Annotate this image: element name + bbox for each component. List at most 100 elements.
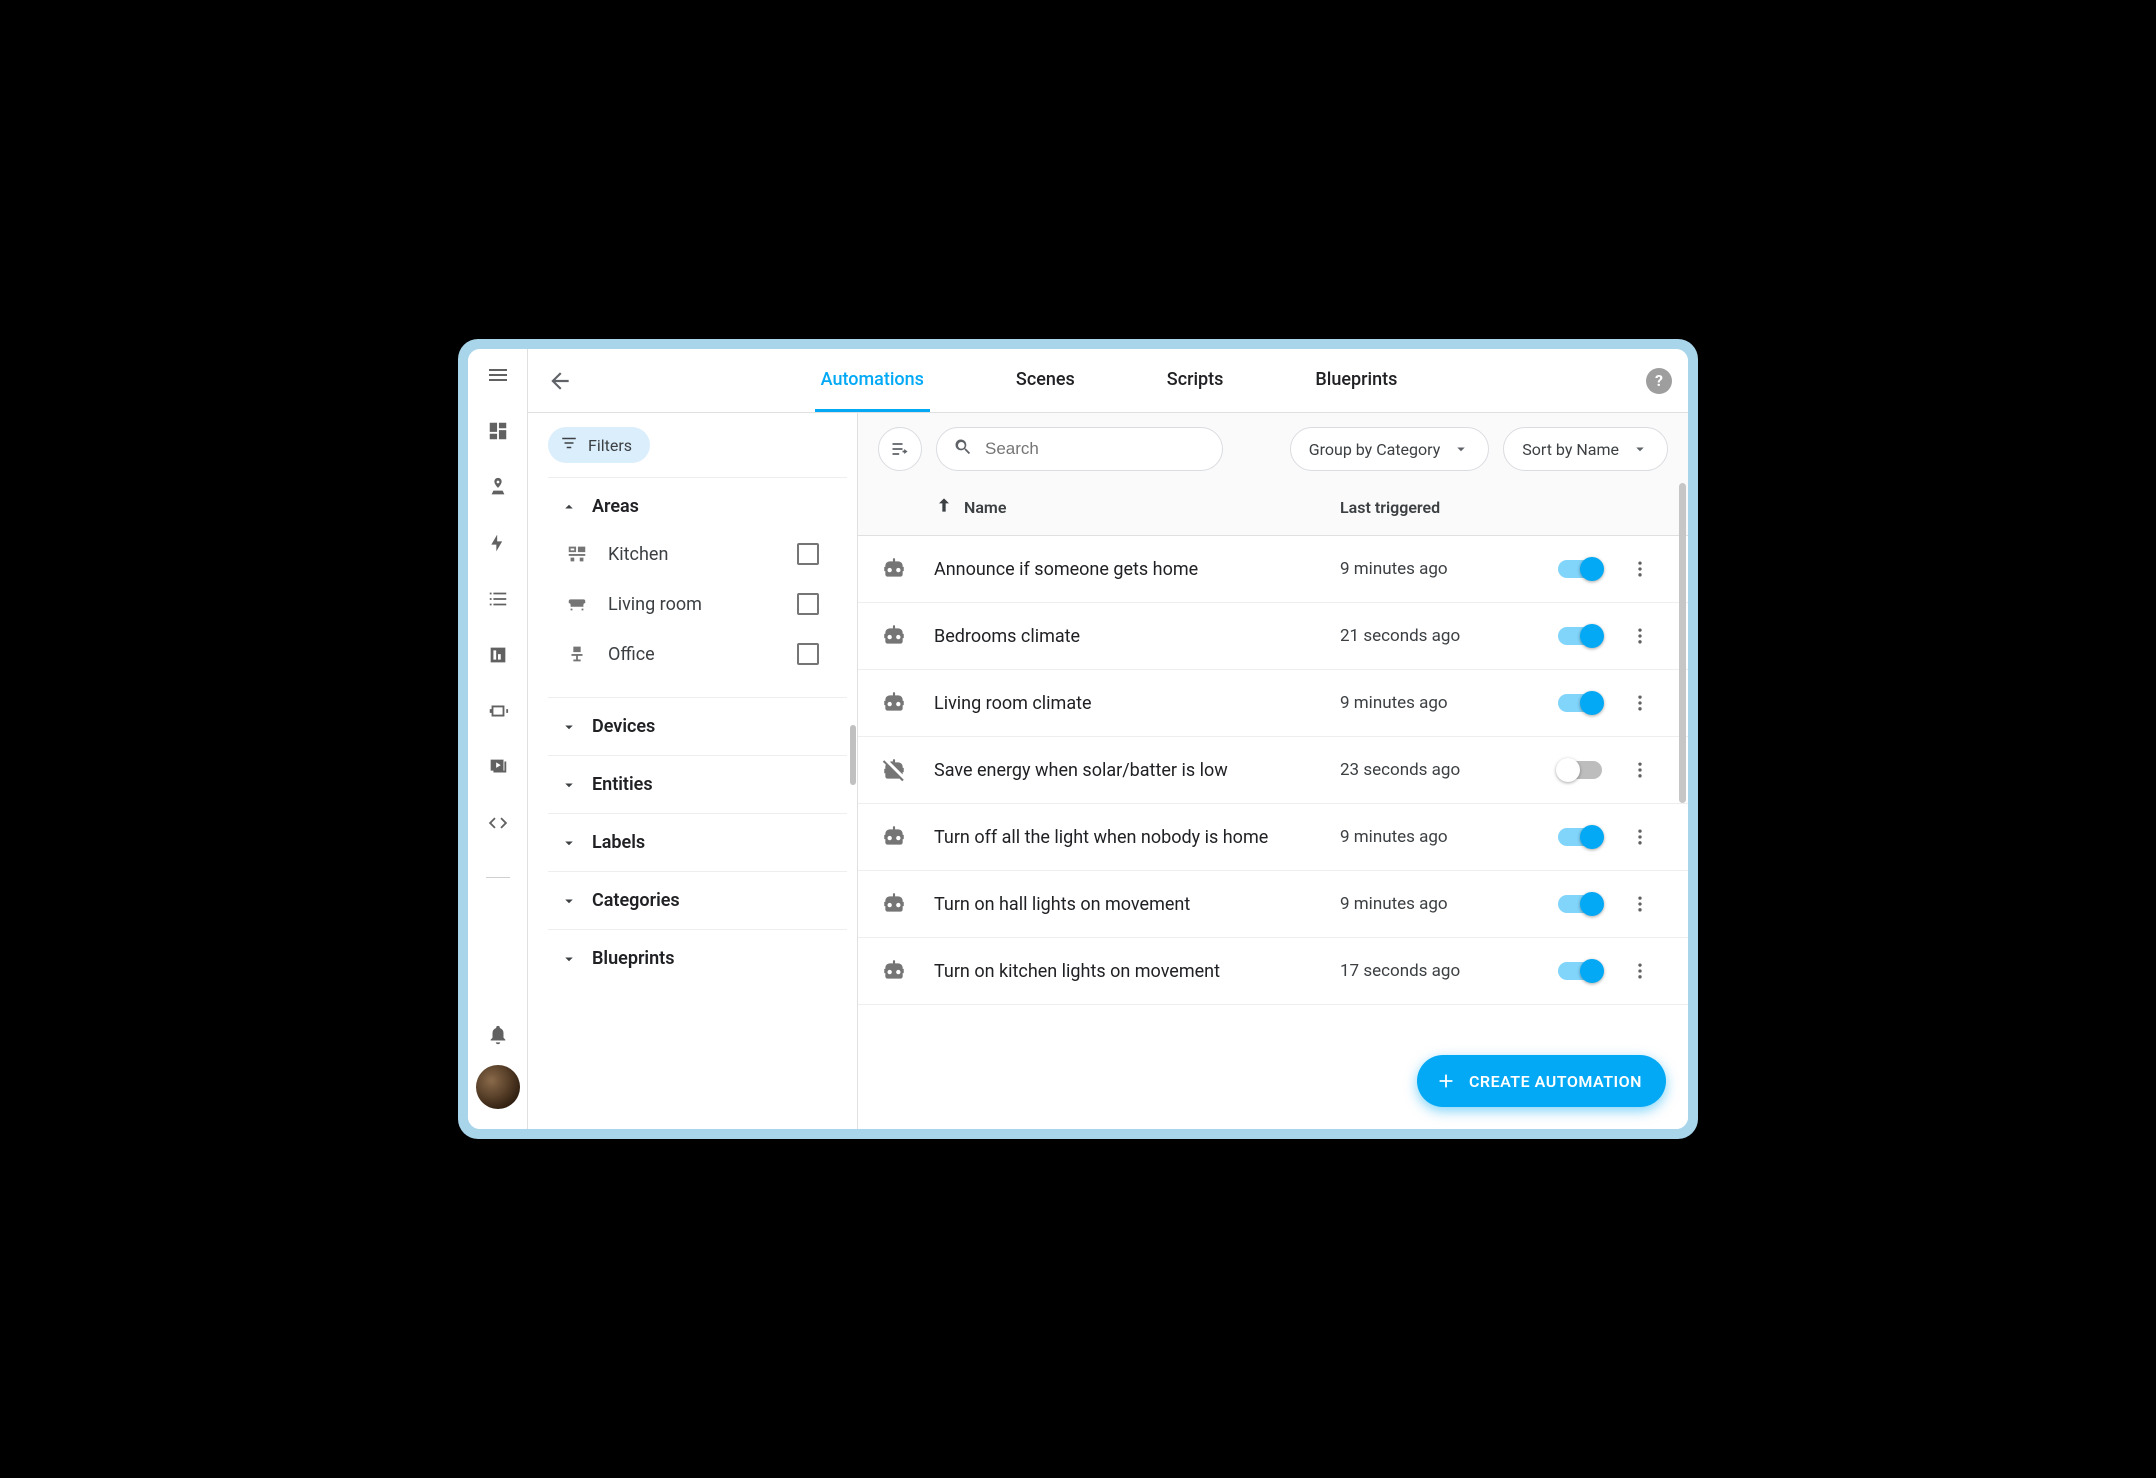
area-item[interactable]: Living room [558, 579, 839, 629]
section-categories[interactable]: Categories [556, 884, 839, 917]
section-entities-label: Entities [592, 774, 653, 795]
map-icon[interactable] [486, 475, 510, 499]
nav-rail [468, 349, 528, 1129]
table-row[interactable]: Living room climate9 minutes ago [858, 670, 1688, 737]
col-last-triggered-header[interactable]: Last triggered [1340, 498, 1540, 517]
table-row[interactable]: Turn off all the light when nobody is ho… [858, 804, 1688, 871]
enable-toggle[interactable] [1558, 627, 1602, 645]
tab-automations[interactable]: Automations [815, 349, 930, 412]
enable-toggle[interactable] [1558, 828, 1602, 846]
enable-toggle[interactable] [1558, 694, 1602, 712]
enable-toggle[interactable] [1558, 895, 1602, 913]
checkbox[interactable] [797, 643, 819, 665]
user-avatar[interactable] [476, 1065, 520, 1109]
fab-label: CREATE AUTOMATION [1469, 1072, 1642, 1091]
media-icon[interactable] [486, 755, 510, 779]
search-icon [953, 437, 973, 461]
row-overflow-menu[interactable] [1620, 894, 1660, 914]
automation-name: Bedrooms climate [934, 626, 1340, 647]
content-scrollbar[interactable] [1679, 483, 1686, 803]
notifications-icon[interactable] [486, 1023, 510, 1047]
section-blueprints[interactable]: Blueprints [556, 942, 839, 975]
developer-icon[interactable] [486, 811, 510, 835]
tab-scripts[interactable]: Scripts [1161, 349, 1230, 412]
checkbox[interactable] [797, 593, 819, 615]
filter-icon [560, 434, 578, 456]
checkbox[interactable] [797, 543, 819, 565]
section-labels[interactable]: Labels [556, 826, 839, 859]
col-name-label: Name [964, 498, 1006, 517]
content-area: Group by Category Sort by Name Name [858, 413, 1688, 1129]
table-header: Name Last triggered [858, 485, 1688, 536]
area-item[interactable]: Kitchen [558, 529, 839, 579]
last-triggered: 9 minutes ago [1340, 894, 1540, 914]
history-icon[interactable] [486, 643, 510, 667]
help-button[interactable]: ? [1646, 368, 1672, 394]
energy-icon[interactable] [486, 531, 510, 555]
enable-toggle[interactable] [1558, 761, 1602, 779]
topbar: Automations Scenes Scripts Blueprints ? [528, 349, 1688, 413]
sort-by-label: Sort by Name [1522, 440, 1619, 459]
row-overflow-menu[interactable] [1620, 626, 1660, 646]
enable-toggle[interactable] [1558, 962, 1602, 980]
dashboard-icon[interactable] [486, 419, 510, 443]
row-overflow-menu[interactable] [1620, 827, 1660, 847]
automation-name: Turn on kitchen lights on movement [934, 961, 1340, 982]
area-label: Kitchen [608, 544, 779, 565]
area-item[interactable]: Office [558, 629, 839, 679]
row-overflow-menu[interactable] [1620, 693, 1660, 713]
devices-icon[interactable] [486, 699, 510, 723]
sort-by-dropdown[interactable]: Sort by Name [1503, 427, 1668, 471]
section-labels-label: Labels [592, 832, 645, 853]
robot-icon [880, 623, 934, 649]
desk-chair-icon [564, 643, 590, 665]
section-entities[interactable]: Entities [556, 768, 839, 801]
tab-blueprints[interactable]: Blueprints [1309, 349, 1403, 412]
section-blueprints-label: Blueprints [592, 948, 674, 969]
robot-off-icon [880, 757, 934, 783]
section-areas-label: Areas [592, 496, 639, 517]
table-row[interactable]: Announce if someone gets home9 minutes a… [858, 536, 1688, 603]
area-label: Living room [608, 594, 779, 615]
robot-icon [880, 824, 934, 850]
robot-icon [880, 958, 934, 984]
robot-icon [880, 891, 934, 917]
col-trig-label: Last triggered [1340, 498, 1440, 517]
section-areas[interactable]: Areas [556, 490, 839, 523]
counter-icon [564, 543, 590, 565]
enable-toggle[interactable] [1558, 560, 1602, 578]
top-tabs: Automations Scenes Scripts Blueprints [592, 349, 1626, 412]
create-automation-button[interactable]: CREATE AUTOMATION [1417, 1055, 1666, 1107]
search-input[interactable] [985, 439, 1206, 459]
plus-icon [1435, 1070, 1457, 1092]
row-overflow-menu[interactable] [1620, 961, 1660, 981]
table-row[interactable]: Bedrooms climate21 seconds ago [858, 603, 1688, 670]
row-overflow-menu[interactable] [1620, 559, 1660, 579]
tab-scenes[interactable]: Scenes [1010, 349, 1081, 412]
col-name-header[interactable]: Name [934, 495, 1340, 519]
table-row[interactable]: Save energy when solar/batter is low23 s… [858, 737, 1688, 804]
automation-name: Turn on hall lights on movement [934, 894, 1340, 915]
group-by-dropdown[interactable]: Group by Category [1290, 427, 1490, 471]
table-row[interactable]: Turn on hall lights on movement9 minutes… [858, 871, 1688, 938]
search-field[interactable] [936, 427, 1223, 471]
section-devices[interactable]: Devices [556, 710, 839, 743]
area-label: Office [608, 644, 779, 665]
last-triggered: 17 seconds ago [1340, 961, 1540, 981]
row-overflow-menu[interactable] [1620, 760, 1660, 780]
last-triggered: 21 seconds ago [1340, 626, 1540, 646]
group-by-label: Group by Category [1309, 440, 1441, 459]
menu-icon[interactable] [486, 363, 510, 387]
table-row[interactable]: Turn on kitchen lights on movement17 sec… [858, 938, 1688, 1005]
automation-name: Save energy when solar/batter is low [934, 760, 1340, 781]
last-triggered: 9 minutes ago [1340, 827, 1540, 847]
last-triggered: 9 minutes ago [1340, 693, 1540, 713]
chevron-down-icon [560, 834, 578, 852]
select-mode-button[interactable] [878, 427, 922, 471]
chevron-down-icon [560, 718, 578, 736]
back-button[interactable] [528, 349, 592, 413]
chevron-down-icon [560, 776, 578, 794]
sidebar-scrollbar[interactable] [850, 725, 856, 785]
filters-chip[interactable]: Filters [548, 427, 650, 463]
logbook-icon[interactable] [486, 587, 510, 611]
